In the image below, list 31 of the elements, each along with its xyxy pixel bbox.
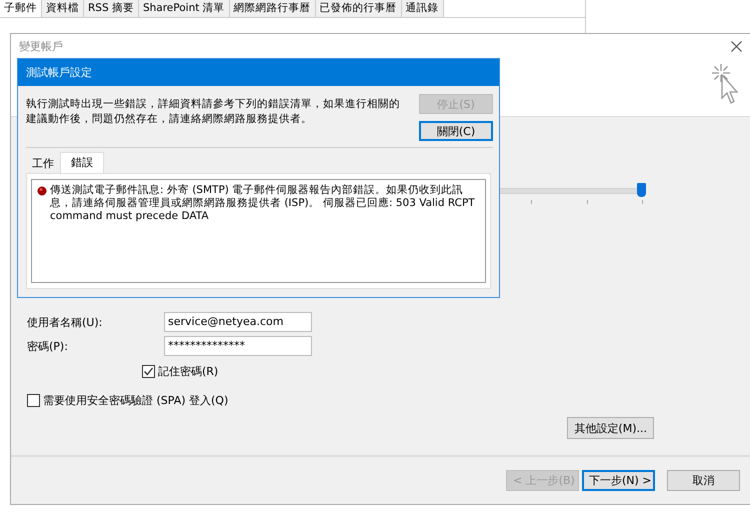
dialog-button[interactable]: 下一步(N) > xyxy=(582,470,655,491)
field-label: 密碼(P): xyxy=(27,338,69,354)
checkbox-label: 記住密碼(R) xyxy=(158,364,218,379)
ribbon-tab[interactable]: 網際網路行事曆 xyxy=(230,0,316,17)
tab[interactable]: 工作 xyxy=(26,155,60,173)
checkbox-label: 需要使用安全密碼驗證 (SPA) 登入(Q) xyxy=(43,393,228,408)
checkbox[interactable] xyxy=(27,394,40,407)
ribbon-tab[interactable]: 已發佈的行事曆 xyxy=(316,0,402,17)
input-field[interactable]: service@netyea.com xyxy=(164,312,312,332)
tick-mark xyxy=(531,200,532,204)
ribbon-tab[interactable]: RSS 摘要 xyxy=(84,0,139,17)
ribbon-tab[interactable]: 通訊錄 xyxy=(402,0,444,17)
checkbox[interactable] xyxy=(142,365,155,378)
message-text: 執行測試時出現一些錯誤，詳細資料請參考下列的錯誤清單，如果進行相關的建議動作後，問題仍然存在，請連絡網際網路服務提供者。 xyxy=(26,97,401,127)
ribbon-tab[interactable]: SharePoint 清單 xyxy=(138,0,230,17)
ribbon-tab[interactable]: 資料檔 xyxy=(42,0,84,17)
dialog-button[interactable]: 取消 xyxy=(667,470,740,491)
tick-mark xyxy=(586,200,588,204)
tick-mark xyxy=(642,200,643,204)
input-field[interactable]: ************** xyxy=(164,336,312,356)
more-settings-button[interactable]: 其他設定(M)... xyxy=(567,417,654,439)
tab[interactable]: 錯誤 xyxy=(60,152,104,173)
error-message: 傳送測試電子郵件訊息: 外寄 (SMTP) 電子郵件伺服器報告內部錯誤。如果仍收到此訊息，請連絡伺服器管理員或網際網路服務提供者 (ISP)。 伺服器已回應: 503 Valid RCPT command must precede DATA xyxy=(50,184,476,223)
error-icon xyxy=(37,186,47,196)
close-icon[interactable] xyxy=(731,40,742,52)
slider-thumb[interactable] xyxy=(637,183,646,197)
cursor-icon xyxy=(710,62,740,106)
field-label: 使用者名稱(U): xyxy=(27,314,104,330)
window-title: 測試帳戶設定 xyxy=(26,65,92,80)
window-title: 變更帳戶 xyxy=(19,38,63,54)
dialog-button[interactable]: 關閉(C) xyxy=(419,121,493,141)
